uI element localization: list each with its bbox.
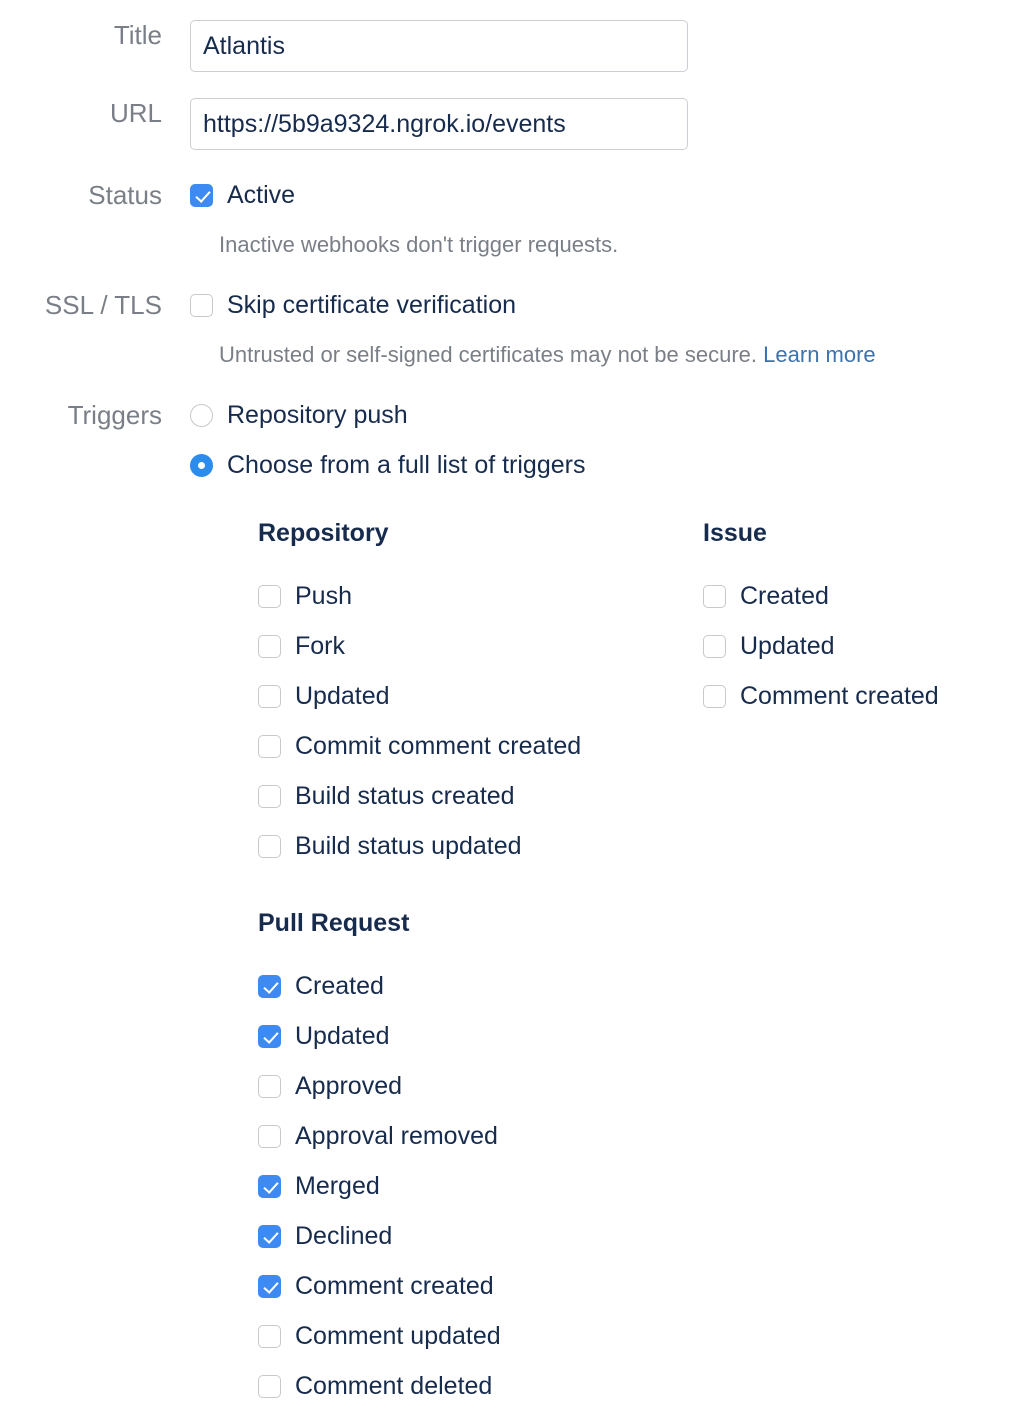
trigger-checkbox-label: Commit comment created xyxy=(295,732,582,760)
trigger-checkbox-label: Comment updated xyxy=(295,1322,501,1350)
checkbox-icon-issue-created[interactable] xyxy=(703,584,726,608)
trigger-checkbox-row[interactable]: Comment deleted xyxy=(258,1361,501,1411)
checkbox-icon-repository-build-status-updated[interactable] xyxy=(258,834,281,858)
checkbox-icon-pr-declined[interactable] xyxy=(258,1224,281,1248)
trigger-radio-label-repository-push: Repository push xyxy=(227,401,408,429)
radio-icon-full-list-of-triggers[interactable] xyxy=(190,453,213,477)
checkbox-icon-pr-approval-removed[interactable] xyxy=(258,1124,281,1148)
checkbox-icon-skip-certificate-verification[interactable] xyxy=(190,293,213,317)
field-row-title: Title xyxy=(0,20,1036,72)
trigger-checkbox-row[interactable]: Updated xyxy=(258,671,581,721)
trigger-checkbox-row[interactable]: Push xyxy=(258,571,581,621)
field-row-status: Status Active xyxy=(0,180,1036,210)
trigger-radio-row-repository-push[interactable]: Repository push xyxy=(190,400,1036,430)
field-row-ssl: SSL / TLS Skip certificate verification xyxy=(0,290,1036,320)
status-active-checkbox-row[interactable]: Active xyxy=(190,180,1036,210)
trigger-checkbox-label: Updated xyxy=(295,1022,390,1050)
title-label: Title xyxy=(113,20,162,50)
trigger-checkbox-row[interactable]: Approved xyxy=(258,1061,501,1111)
trigger-group-issue: Issue Created Updated Comment created xyxy=(703,518,939,721)
field-row-url: URL xyxy=(0,98,1036,150)
checkbox-icon-pr-created[interactable] xyxy=(258,974,281,998)
group-heading-repository: Repository xyxy=(258,519,389,547)
trigger-checkbox-row[interactable]: Updated xyxy=(258,1011,501,1061)
checkbox-icon-active[interactable] xyxy=(190,183,213,207)
checkbox-icon-pr-updated[interactable] xyxy=(258,1024,281,1048)
trigger-checkbox-row[interactable]: Comment updated xyxy=(258,1311,501,1361)
checkbox-icon-repository-commit-comment-created[interactable] xyxy=(258,734,281,758)
title-input[interactable] xyxy=(190,20,688,72)
trigger-checkbox-row[interactable]: Updated xyxy=(703,621,939,671)
group-heading-pull-request: Pull Request xyxy=(258,909,410,937)
trigger-checkbox-row[interactable]: Approval removed xyxy=(258,1111,501,1161)
checkbox-icon-issue-comment-created[interactable] xyxy=(703,684,726,708)
trigger-checkbox-row[interactable]: Created xyxy=(258,961,501,1011)
trigger-checkbox-label: Fork xyxy=(295,632,345,660)
checkbox-icon-issue-updated[interactable] xyxy=(703,634,726,658)
trigger-checkbox-row[interactable]: Comment created xyxy=(258,1261,501,1311)
ssl-label: SSL / TLS xyxy=(44,290,162,320)
status-active-label: Active xyxy=(227,181,296,209)
trigger-checkbox-row[interactable]: Comment created xyxy=(703,671,939,721)
checkbox-icon-pr-merged[interactable] xyxy=(258,1174,281,1198)
trigger-checkbox-label: Merged xyxy=(295,1172,380,1200)
url-input[interactable] xyxy=(190,98,688,150)
learn-more-link[interactable]: Learn more xyxy=(763,342,876,367)
triggers-label: Triggers xyxy=(67,400,162,430)
trigger-checkbox-label: Build status updated xyxy=(295,832,522,860)
trigger-checkbox-label: Build status created xyxy=(295,782,515,810)
trigger-checkbox-label: Updated xyxy=(295,682,390,710)
checkbox-icon-repository-push[interactable] xyxy=(258,584,281,608)
pull-request-trigger-list: Created Updated Approved Approval remove… xyxy=(258,961,501,1411)
trigger-checkbox-label: Updated xyxy=(740,632,835,660)
ssl-skip-verification-checkbox-row[interactable]: Skip certificate verification xyxy=(190,290,1036,320)
trigger-checkbox-label: Created xyxy=(740,582,829,610)
checkbox-icon-pr-comment-updated[interactable] xyxy=(258,1324,281,1348)
trigger-checkbox-row[interactable]: Build status updated xyxy=(258,821,581,871)
trigger-checkbox-row[interactable]: Declined xyxy=(258,1211,501,1261)
status-helper-text: Inactive webhooks don't trigger requests… xyxy=(219,232,619,257)
trigger-checkbox-row[interactable]: Created xyxy=(703,571,939,621)
ssl-helper-text: Untrusted or self-signed certificates ma… xyxy=(219,342,876,368)
group-heading-issue: Issue xyxy=(703,519,767,547)
checkbox-icon-pr-approved[interactable] xyxy=(258,1074,281,1098)
issue-trigger-list: Created Updated Comment created xyxy=(703,571,939,721)
ssl-skip-verification-label: Skip certificate verification xyxy=(227,291,517,319)
trigger-group-repository: Repository Push Fork Updated Commit comm… xyxy=(258,518,581,871)
status-label: Status xyxy=(88,180,162,210)
trigger-checkbox-row[interactable]: Commit comment created xyxy=(258,721,581,771)
trigger-checkbox-label: Comment created xyxy=(295,1272,494,1300)
trigger-checkbox-label: Declined xyxy=(295,1222,393,1250)
checkbox-icon-pr-comment-created[interactable] xyxy=(258,1274,281,1298)
trigger-checkbox-label: Approval removed xyxy=(295,1122,498,1150)
url-label: URL xyxy=(109,98,162,128)
field-row-triggers: Triggers Repository push Choose from a f… xyxy=(0,400,1036,480)
trigger-checkbox-row[interactable]: Fork xyxy=(258,621,581,671)
trigger-radio-row-full-list[interactable]: Choose from a full list of triggers xyxy=(190,450,1036,480)
ssl-helper-sentence: Untrusted or self-signed certificates ma… xyxy=(219,342,758,367)
trigger-checkbox-label: Created xyxy=(295,972,384,1000)
trigger-checkbox-label: Push xyxy=(295,582,352,610)
checkbox-icon-repository-updated[interactable] xyxy=(258,684,281,708)
trigger-checkbox-row[interactable]: Build status created xyxy=(258,771,581,821)
trigger-checkbox-label: Comment created xyxy=(740,682,939,710)
trigger-checkbox-row[interactable]: Merged xyxy=(258,1161,501,1211)
checkbox-icon-repository-fork[interactable] xyxy=(258,634,281,658)
trigger-checkbox-label: Approved xyxy=(295,1072,403,1100)
trigger-group-pull-request: Pull Request Created Updated Approved Ap… xyxy=(258,908,501,1411)
trigger-checkbox-label: Comment deleted xyxy=(295,1372,493,1400)
repository-trigger-list: Push Fork Updated Commit comment created… xyxy=(258,571,581,871)
checkbox-icon-pr-comment-deleted[interactable] xyxy=(258,1374,281,1398)
checkbox-icon-repository-build-status-created[interactable] xyxy=(258,784,281,808)
trigger-radio-label-full-list: Choose from a full list of triggers xyxy=(227,451,586,479)
radio-icon-repository-push[interactable] xyxy=(190,403,213,427)
